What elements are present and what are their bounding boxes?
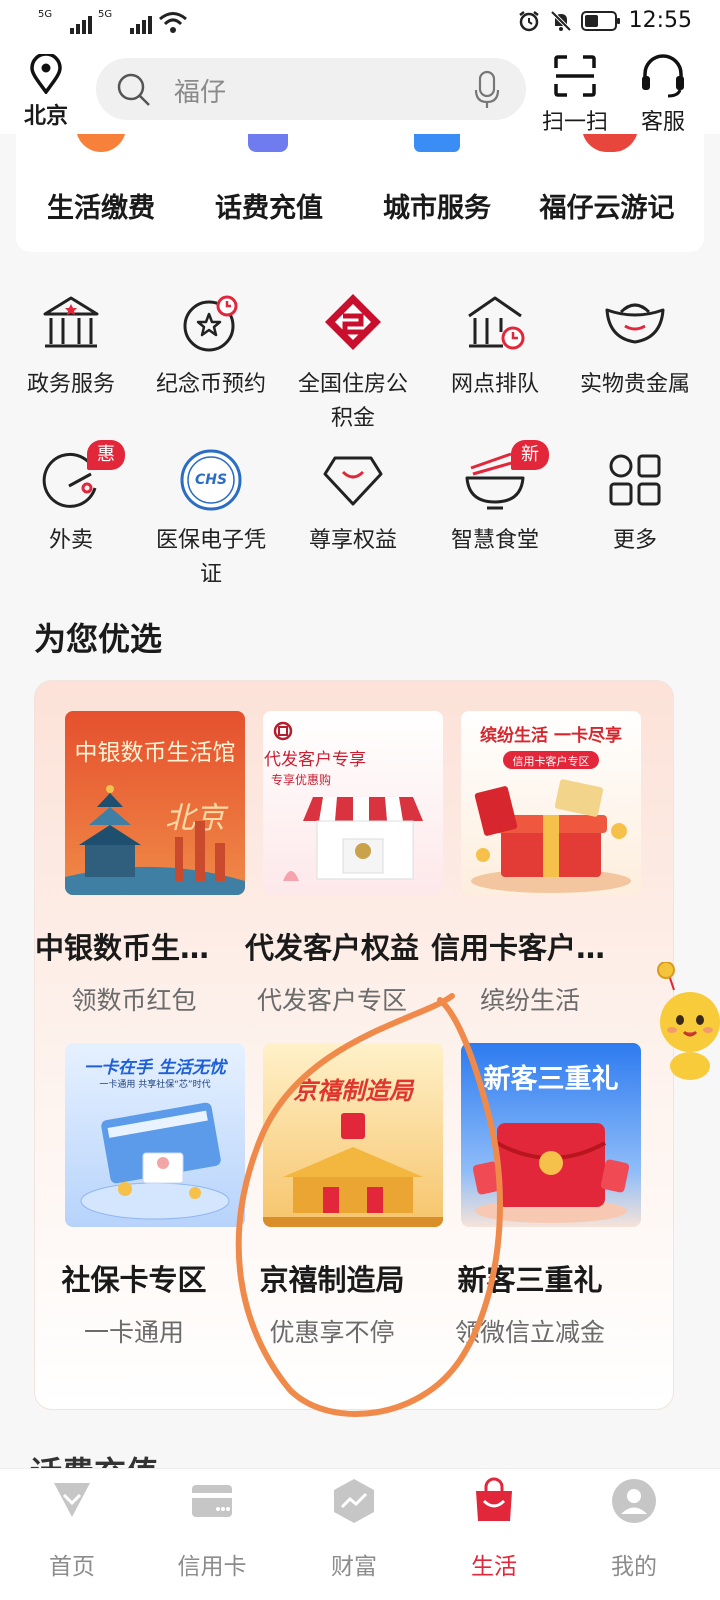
bottom-nav: 首页 信用卡 财富 生活 我的 bbox=[0, 1468, 720, 1600]
gift-box-icon bbox=[471, 779, 631, 893]
grid-item-housing-fund[interactable]: 全国住房公积金 bbox=[282, 292, 424, 436]
status-bar: 5G 5G 12:55 bbox=[0, 0, 720, 48]
nav-credit-card[interactable]: 信用卡 bbox=[152, 1477, 272, 1581]
recommend-panel: 中银数币生活馆 北京 中银数币生活馆 领数币红包 代发客户专享 专享优惠购 代发… bbox=[34, 680, 674, 1410]
grid-item-more[interactable]: 更多 bbox=[564, 448, 706, 558]
signal-icon: 5G bbox=[98, 10, 152, 34]
search-icon bbox=[117, 73, 150, 106]
diamond-icon bbox=[323, 456, 383, 506]
city-selector[interactable]: 北京 bbox=[20, 52, 72, 130]
status-time: 12:55 bbox=[628, 8, 692, 33]
promo-image: 一卡在手 生活无忧 一卡通用 共享社保“芯”时代 bbox=[65, 1043, 245, 1227]
discount-badge: 惠 bbox=[87, 440, 125, 470]
battery-icon bbox=[580, 10, 620, 31]
microphone-icon[interactable] bbox=[474, 70, 500, 110]
boc-logo-icon bbox=[273, 721, 293, 741]
chs-icon: CHS bbox=[180, 449, 242, 511]
wealth-icon bbox=[334, 1479, 374, 1523]
shopping-bag-icon bbox=[476, 1477, 512, 1521]
scan-icon bbox=[554, 55, 596, 97]
location-pin-icon bbox=[30, 52, 62, 95]
signal-icon: 5G bbox=[38, 10, 92, 34]
scan-button[interactable]: 扫一扫 bbox=[540, 54, 610, 136]
top-service-phone-topup[interactable]: 话费充值 bbox=[184, 186, 354, 225]
gold-ingot-icon bbox=[605, 303, 665, 344]
promo-image: 缤纷生活 一卡尽享 信用卡客户专区 bbox=[461, 711, 641, 895]
top-service-bill-payment[interactable]: 生活缴费 bbox=[16, 186, 186, 225]
promo-image: 代发客户专享 专享优惠购 bbox=[263, 711, 443, 895]
coin-clock-icon bbox=[183, 295, 238, 352]
user-icon bbox=[612, 1479, 656, 1523]
alarm-icon bbox=[518, 10, 539, 31]
grid-item-coin-reservation[interactable]: 纪念币预约 bbox=[140, 292, 282, 402]
grid-item-takeout[interactable]: 惠 外卖 bbox=[0, 440, 142, 558]
city-label: 北京 bbox=[23, 104, 68, 129]
grid-item-government[interactable]: 政务服务 bbox=[0, 292, 142, 402]
chs-logo-text: CHS bbox=[195, 472, 227, 488]
temple-illustration-icon bbox=[65, 785, 245, 895]
promo-card-jingxi-factory[interactable]: 京禧制造局 京禧制造局 优惠享不停 bbox=[233, 1043, 443, 1349]
bill-payment-icon bbox=[76, 134, 126, 152]
nav-mine[interactable]: 我的 bbox=[574, 1477, 694, 1581]
mute-icon bbox=[550, 10, 572, 31]
promo-image: 新客三重礼 bbox=[461, 1043, 641, 1227]
promo-card-credit-card[interactable]: 缤纷生活 一卡尽享 信用卡客户专区 信用卡客户专区 缤纷生活 bbox=[431, 711, 641, 1017]
promo-card-social-security[interactable]: 一卡在手 生活无忧 一卡通用 共享社保“芯”时代 社保卡专区 一卡通用 bbox=[35, 1043, 245, 1349]
wifi-icon bbox=[159, 12, 187, 33]
recommend-title: 为您优选 bbox=[34, 620, 163, 658]
social-security-card-icon bbox=[80, 1102, 230, 1220]
more-grid-icon bbox=[609, 454, 661, 506]
headset-icon bbox=[642, 54, 684, 98]
shop-storefront-icon bbox=[283, 797, 423, 881]
grid-item-precious-metal[interactable]: 实物贵金属 bbox=[564, 292, 706, 402]
nav-life[interactable]: 生活 bbox=[434, 1477, 554, 1581]
customer-service-button[interactable]: 客服 bbox=[628, 54, 698, 136]
search-bar[interactable]: 福仔 bbox=[96, 58, 526, 120]
new-badge: 新 bbox=[511, 440, 549, 470]
gold-palace-icon bbox=[263, 1113, 443, 1227]
government-icon bbox=[43, 296, 99, 348]
branch-queue-icon bbox=[468, 296, 525, 350]
city-service-icon bbox=[414, 134, 460, 152]
top-service-cloud-tour[interactable]: 福仔云游记 bbox=[522, 186, 692, 225]
top-services-card: 生活缴费 话费充值 城市服务 福仔云游记 bbox=[16, 134, 704, 252]
grid-item-medical-insurance[interactable]: CHS 医保电子凭证 bbox=[140, 448, 282, 592]
nav-wealth[interactable]: 财富 bbox=[294, 1477, 414, 1581]
fuzai-cloud-icon bbox=[582, 134, 638, 152]
phone-topup-icon bbox=[248, 134, 288, 152]
promo-image: 中银数币生活馆 北京 bbox=[65, 711, 245, 895]
mascot-icon[interactable] bbox=[650, 962, 720, 1082]
home-icon bbox=[54, 1483, 90, 1517]
promo-card-digital-currency[interactable]: 中银数币生活馆 北京 中银数币生活馆 领数币红包 bbox=[35, 711, 245, 1017]
promo-image: 京禧制造局 bbox=[263, 1043, 443, 1227]
top-service-city[interactable]: 城市服务 bbox=[352, 186, 522, 225]
top-header: 北京 福仔 扫一扫 客服 bbox=[0, 48, 720, 136]
next-section-title: 话费充值 bbox=[30, 1448, 158, 1470]
credit-card-icon bbox=[192, 1485, 232, 1517]
grid-item-exclusive-benefits[interactable]: 尊享权益 bbox=[282, 448, 424, 558]
grid-item-smart-canteen[interactable]: 新 智慧食堂 bbox=[424, 440, 566, 558]
housing-fund-icon bbox=[325, 294, 381, 350]
nav-home[interactable]: 首页 bbox=[12, 1477, 132, 1581]
promo-card-payroll-customer[interactable]: 代发客户专享 专享优惠购 代发客户权益 代发客户专区 bbox=[233, 711, 443, 1017]
red-envelope-icon bbox=[472, 1123, 630, 1223]
search-placeholder: 福仔 bbox=[174, 78, 227, 108]
grid-item-branch-queue[interactable]: 网点排队 bbox=[424, 292, 566, 402]
promo-card-new-customer[interactable]: 新客三重礼 新客三重礼 领微信立减金 bbox=[431, 1043, 641, 1349]
